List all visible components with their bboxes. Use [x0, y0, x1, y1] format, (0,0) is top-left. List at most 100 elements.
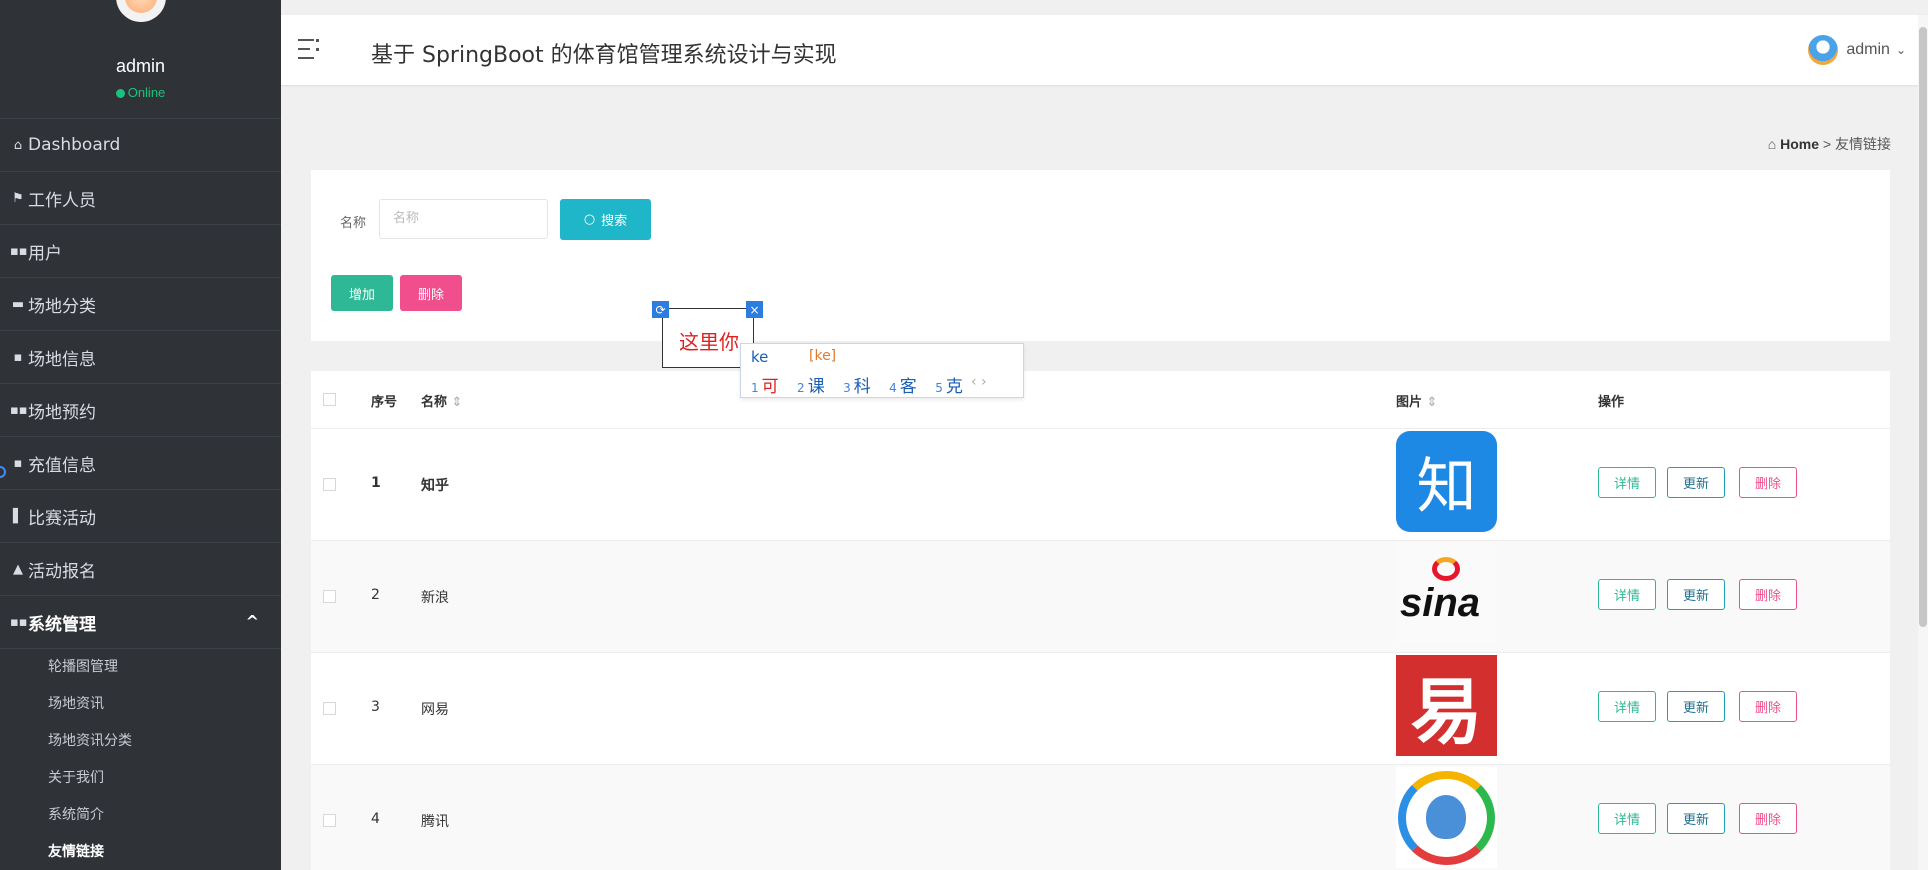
table-row: 2 新浪 sina 详情 更新 删除 — [311, 541, 1890, 653]
column-header-image[interactable]: 图片 ⇕ — [1396, 391, 1437, 410]
sidebar-item-users[interactable]: ▪▪ 用户 — [0, 225, 281, 278]
detail-button[interactable]: 详情 — [1598, 579, 1656, 610]
row-name: 网易 — [421, 702, 449, 718]
search-button[interactable]: ○ 搜索 — [560, 199, 651, 240]
delete-button[interactable]: 删除 — [1739, 467, 1797, 498]
signup-icon: ▲ — [13, 561, 23, 577]
update-button[interactable]: 更新 — [1667, 579, 1725, 610]
ime-close-icon[interactable]: × — [746, 301, 763, 318]
links-table: 序号 名称 ⇕ 图片 ⇕ 操作 1 知乎 知 详情 更新 删除 2 新浪 sin… — [311, 371, 1890, 870]
doc-icon: ▪ — [13, 455, 23, 471]
menu-toggle-icon[interactable] — [298, 37, 319, 61]
grid-icon: ▪▪ — [10, 402, 28, 418]
sidebar-item-label: 比赛活动 — [28, 508, 96, 529]
ime-candidate[interactable]: 2课 — [797, 377, 825, 397]
row-name: 知乎 — [421, 478, 449, 494]
row-index: 4 — [371, 811, 380, 827]
sidebar-item-label: 工作人员 — [28, 190, 96, 211]
scrollbar-thumb[interactable] — [1919, 27, 1927, 627]
sidebar-item-dashboard[interactable]: ⌂ Dashboard — [0, 119, 281, 172]
ime-candidate[interactable]: 1可 — [751, 377, 779, 397]
sidebar-item-venue-category[interactable]: ▬ 场地分类 — [0, 278, 281, 331]
sidebar-subitem-venue-news[interactable]: 场地资讯 — [48, 686, 281, 723]
sidebar-subitem-carousel[interactable]: 轮播图管理 — [48, 649, 281, 686]
sidebar-item-label: Dashboard — [28, 135, 121, 155]
ime-candidates: 1可 2课 3科 4客 5克 — [751, 372, 976, 397]
category-icon: ▬ — [11, 296, 25, 312]
delete-button[interactable]: 删除 — [1739, 691, 1797, 722]
row-name: 腾讯 — [421, 814, 449, 830]
user-avatar — [1808, 35, 1839, 65]
row-checkbox[interactable] — [323, 478, 336, 491]
sidebar-item-competition[interactable]: ▌ 比赛活动 — [0, 490, 281, 543]
sidebar-item-venue-info[interactable]: ▪ 场地信息 — [0, 331, 281, 384]
sidebar-subitem-news-category[interactable]: 场地资讯分类 — [48, 723, 281, 760]
row-checkbox[interactable] — [323, 590, 336, 603]
sidebar-subitem-intro[interactable]: 系统简介 — [48, 797, 281, 834]
sidebar-subitem-links[interactable]: 友情链接 — [48, 834, 281, 870]
page-title: 基于 SpringBoot 的体育馆管理系统设计与实现 — [371, 43, 837, 68]
delete-button[interactable]: 删除 — [1739, 579, 1797, 610]
add-button[interactable]: 增加 — [331, 275, 393, 311]
detail-button[interactable]: 详情 — [1598, 803, 1656, 834]
update-button[interactable]: 更新 — [1667, 691, 1725, 722]
zhihu-logo: 知 — [1396, 431, 1497, 532]
grid-icon: ▪▪ — [10, 614, 28, 630]
column-header-name[interactable]: 名称 ⇕ — [421, 391, 462, 410]
chevron-up-icon[interactable]: ^ — [246, 612, 259, 631]
sidebar-item-staff[interactable]: ⚑ 工作人员 — [0, 172, 281, 225]
ime-composition: ke — [751, 348, 769, 366]
sidebar-subitem-about[interactable]: 关于我们 — [48, 760, 281, 797]
user-menu-name: admin — [1846, 41, 1890, 58]
select-all-checkbox[interactable] — [323, 393, 336, 406]
search-icon: ○ — [583, 212, 596, 227]
bar-chart-icon: ▌ — [13, 508, 23, 524]
home-icon: ⌂ — [1767, 136, 1777, 152]
search-input[interactable]: 名称 — [379, 199, 548, 239]
sina-logo: sina — [1396, 543, 1497, 644]
batch-delete-button[interactable]: 删除 — [400, 275, 462, 311]
home-icon: ⌂ — [13, 137, 23, 153]
column-header-index: 序号 — [371, 395, 398, 410]
detail-button[interactable]: 详情 — [1598, 467, 1656, 498]
detail-button[interactable]: 详情 — [1598, 691, 1656, 722]
netease-logo: 易 — [1396, 655, 1497, 756]
delete-button[interactable]: 删除 — [1739, 803, 1797, 834]
row-checkbox[interactable] — [323, 814, 336, 827]
table-row: 1 知乎 知 详情 更新 删除 — [311, 429, 1890, 541]
flag-icon: ⚑ — [12, 190, 24, 206]
ime-rotate-icon[interactable]: ⟳ — [652, 301, 669, 318]
sidebar-item-label: 场地信息 — [28, 349, 96, 370]
ime-candidate[interactable]: 3科 — [843, 377, 871, 397]
ime-pager-icon[interactable]: ‹ › — [971, 374, 987, 390]
search-panel: 名称 名称 ○ 搜索 增加 删除 — [311, 170, 1890, 341]
breadcrumb: ⌂ Home > 友情链接 — [1768, 134, 1891, 154]
ime-typed-text: 这里你 — [679, 330, 739, 354]
page-scrollbar[interactable] — [1918, 15, 1928, 870]
row-index: 1 — [371, 475, 381, 491]
ime-candidate[interactable]: 5克 — [935, 377, 963, 397]
sidebar-item-label: 充值信息 — [28, 455, 96, 476]
breadcrumb-separator: > — [1822, 136, 1832, 152]
grid-icon: ▪▪ — [10, 243, 28, 259]
row-name: 新浪 — [421, 590, 449, 606]
sort-icon: ⇕ — [451, 395, 463, 410]
sidebar-user-box: admin Online — [0, 0, 281, 119]
ime-candidate[interactable]: 4客 — [889, 377, 917, 397]
sidebar-item-recharge[interactable]: ▪ 充值信息 — [0, 437, 281, 490]
sidebar-item-system[interactable]: ▪▪ 系统管理 ^ — [0, 596, 281, 649]
user-menu[interactable]: admin ⌄ — [1808, 35, 1906, 65]
sidebar-item-label: 场地预约 — [28, 402, 96, 423]
column-header-actions: 操作 — [1598, 395, 1625, 410]
update-button[interactable]: 更新 — [1667, 803, 1725, 834]
sidebar-item-signup[interactable]: ▲ 活动报名 — [0, 543, 281, 596]
chevron-down-icon: ⌄ — [1895, 43, 1906, 57]
sidebar-item-venue-booking[interactable]: ▪▪ 场地预约 — [0, 384, 281, 437]
sidebar-submenu: 轮播图管理 场地资讯 场地资讯分类 关于我们 系统简介 友情链接 — [0, 649, 281, 870]
update-button[interactable]: 更新 — [1667, 467, 1725, 498]
breadcrumb-home[interactable]: Home — [1780, 136, 1819, 152]
online-dot-icon — [115, 89, 125, 99]
row-checkbox[interactable] — [323, 702, 336, 715]
sort-icon: ⇕ — [1426, 395, 1438, 410]
avatar[interactable] — [116, 0, 166, 22]
